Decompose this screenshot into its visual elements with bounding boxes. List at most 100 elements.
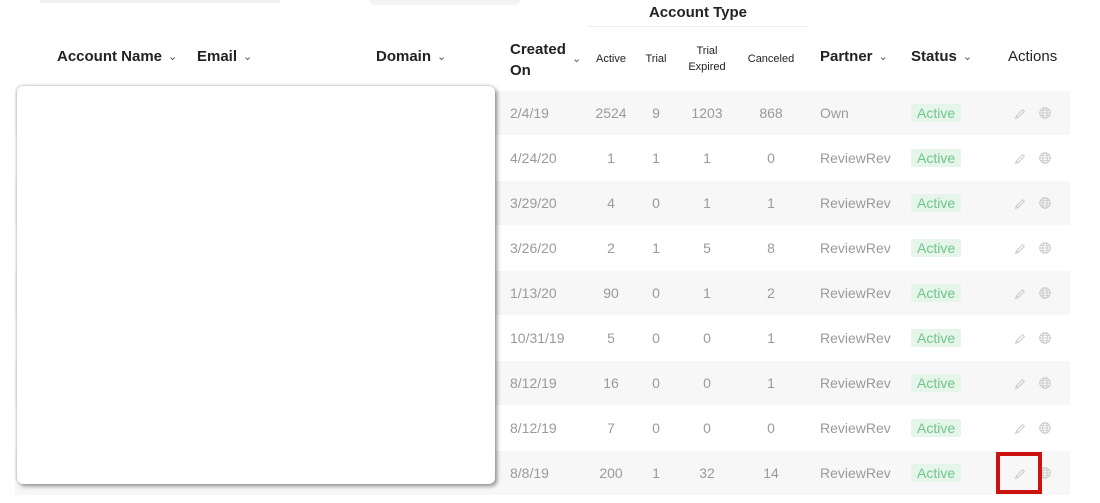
cell-trial-expired: 0: [703, 420, 711, 436]
cell-created-on: 4/24/20: [510, 150, 557, 166]
cell-partner: ReviewRev: [820, 420, 891, 436]
highlight-box: [996, 452, 1042, 494]
cell-trial: 1: [652, 465, 660, 481]
cell-trial: 1: [652, 150, 660, 166]
cell-created-on: 1/13/20: [510, 285, 557, 301]
status-badge: Active: [911, 149, 962, 167]
edit-pencil-icon[interactable]: [1013, 377, 1027, 391]
status-badge: Active: [911, 374, 962, 392]
cell-created-on: 8/12/19: [510, 375, 557, 391]
cell-canceled: 0: [767, 420, 775, 436]
top-edge-shadow-2: [370, 0, 520, 5]
globe-icon[interactable]: [1038, 106, 1052, 120]
top-edge-shadow: [40, 0, 280, 3]
column-label-line1: Created: [510, 41, 566, 58]
globe-icon[interactable]: [1038, 331, 1052, 345]
status-badge: Active: [911, 329, 962, 347]
cell-active: 200: [599, 465, 623, 481]
edit-pencil-icon[interactable]: [1013, 152, 1027, 166]
edit-pencil-icon[interactable]: [1013, 287, 1027, 301]
status-badge: Active: [911, 104, 962, 122]
cell-trial-expired: 1: [703, 195, 711, 211]
column-header-active[interactable]: Active: [591, 51, 631, 67]
account-type-group-header: Account Type: [588, 4, 808, 27]
cell-trial: 0: [652, 285, 660, 301]
column-header-trial[interactable]: Trial: [640, 51, 672, 67]
cell-canceled: 868: [759, 105, 783, 121]
cell-created-on: 3/29/20: [510, 195, 557, 211]
cell-partner: ReviewRev: [820, 150, 891, 166]
column-label: Actions: [1008, 48, 1058, 65]
column-label: Email: [197, 48, 238, 65]
chevron-down-icon[interactable]: ⌄: [168, 50, 177, 63]
chevron-down-icon[interactable]: ⌄: [572, 52, 581, 65]
cell-partner: ReviewRev: [820, 465, 891, 481]
cell-canceled: 0: [767, 150, 775, 166]
redacted-area: [17, 86, 495, 484]
column-header-account-name[interactable]: Account Name ⌄: [57, 48, 177, 65]
column-label: Partner: [820, 48, 873, 65]
cell-active: 16: [603, 375, 619, 391]
cell-created-on: 2/4/19: [510, 105, 549, 121]
cell-trial: 0: [652, 375, 660, 391]
column-header-partner[interactable]: Partner ⌄: [820, 48, 888, 65]
cell-trial-expired: 1203: [691, 105, 723, 121]
column-label-line1: Trial: [696, 45, 718, 57]
cell-partner: ReviewRev: [820, 240, 891, 256]
status-badge: Active: [911, 194, 962, 212]
cell-active: 2524: [595, 105, 627, 121]
cell-partner: ReviewRev: [820, 330, 891, 346]
globe-icon[interactable]: [1038, 241, 1052, 255]
column-header-actions: Actions: [1008, 48, 1057, 65]
cell-active: 2: [607, 240, 615, 256]
cell-partner: ReviewRev: [820, 285, 891, 301]
column-label: Domain: [376, 48, 432, 65]
column-header-domain[interactable]: Domain ⌄: [376, 48, 446, 65]
status-badge: Active: [911, 284, 962, 302]
cell-trial-expired: 32: [699, 465, 715, 481]
column-header-trial-expired[interactable]: Trial Expired: [680, 43, 734, 75]
column-header-canceled[interactable]: Canceled: [744, 51, 798, 67]
chevron-down-icon[interactable]: ⌄: [963, 50, 972, 63]
cell-trial-expired: 5: [703, 240, 711, 256]
edit-pencil-icon[interactable]: [1013, 197, 1027, 211]
cell-trial: 0: [652, 420, 660, 436]
cell-trial: 0: [652, 330, 660, 346]
edit-pencil-icon[interactable]: [1013, 242, 1027, 256]
globe-icon[interactable]: [1038, 286, 1052, 300]
cell-canceled: 1: [767, 330, 775, 346]
chevron-down-icon[interactable]: ⌄: [879, 50, 888, 63]
cell-canceled: 1: [767, 375, 775, 391]
column-header-email[interactable]: Email ⌄: [197, 48, 252, 65]
column-label-line2: On: [510, 62, 531, 79]
edit-pencil-icon[interactable]: [1013, 107, 1027, 121]
cell-trial-expired: 0: [703, 375, 711, 391]
status-badge: Active: [911, 239, 962, 257]
column-header-status[interactable]: Status ⌄: [911, 48, 972, 65]
cell-created-on: 8/12/19: [510, 420, 557, 436]
chevron-down-icon[interactable]: ⌄: [437, 50, 446, 63]
cell-partner: Own: [820, 105, 849, 121]
cell-created-on: 8/8/19: [510, 465, 549, 481]
edit-pencil-icon[interactable]: [1013, 332, 1027, 346]
cell-trial-expired: 0: [703, 330, 711, 346]
cell-partner: ReviewRev: [820, 375, 891, 391]
cell-canceled: 2: [767, 285, 775, 301]
column-label-line2: Expired: [688, 61, 726, 73]
chevron-down-icon[interactable]: ⌄: [243, 50, 252, 63]
cell-canceled: 8: [767, 240, 775, 256]
globe-icon[interactable]: [1038, 421, 1052, 435]
edit-pencil-icon[interactable]: [1013, 422, 1027, 436]
globe-icon[interactable]: [1038, 376, 1052, 390]
cell-active: 1: [607, 150, 615, 166]
globe-icon[interactable]: [1038, 196, 1052, 210]
globe-icon[interactable]: [1038, 151, 1052, 165]
cell-trial-expired: 1: [703, 150, 711, 166]
cell-canceled: 14: [763, 465, 779, 481]
cell-trial: 9: [652, 105, 660, 121]
column-header-created-on[interactable]: Created On: [510, 39, 566, 81]
cell-canceled: 1: [767, 195, 775, 211]
cell-created-on: 3/26/20: [510, 240, 557, 256]
cell-active: 4: [607, 195, 615, 211]
cell-active: 5: [607, 330, 615, 346]
